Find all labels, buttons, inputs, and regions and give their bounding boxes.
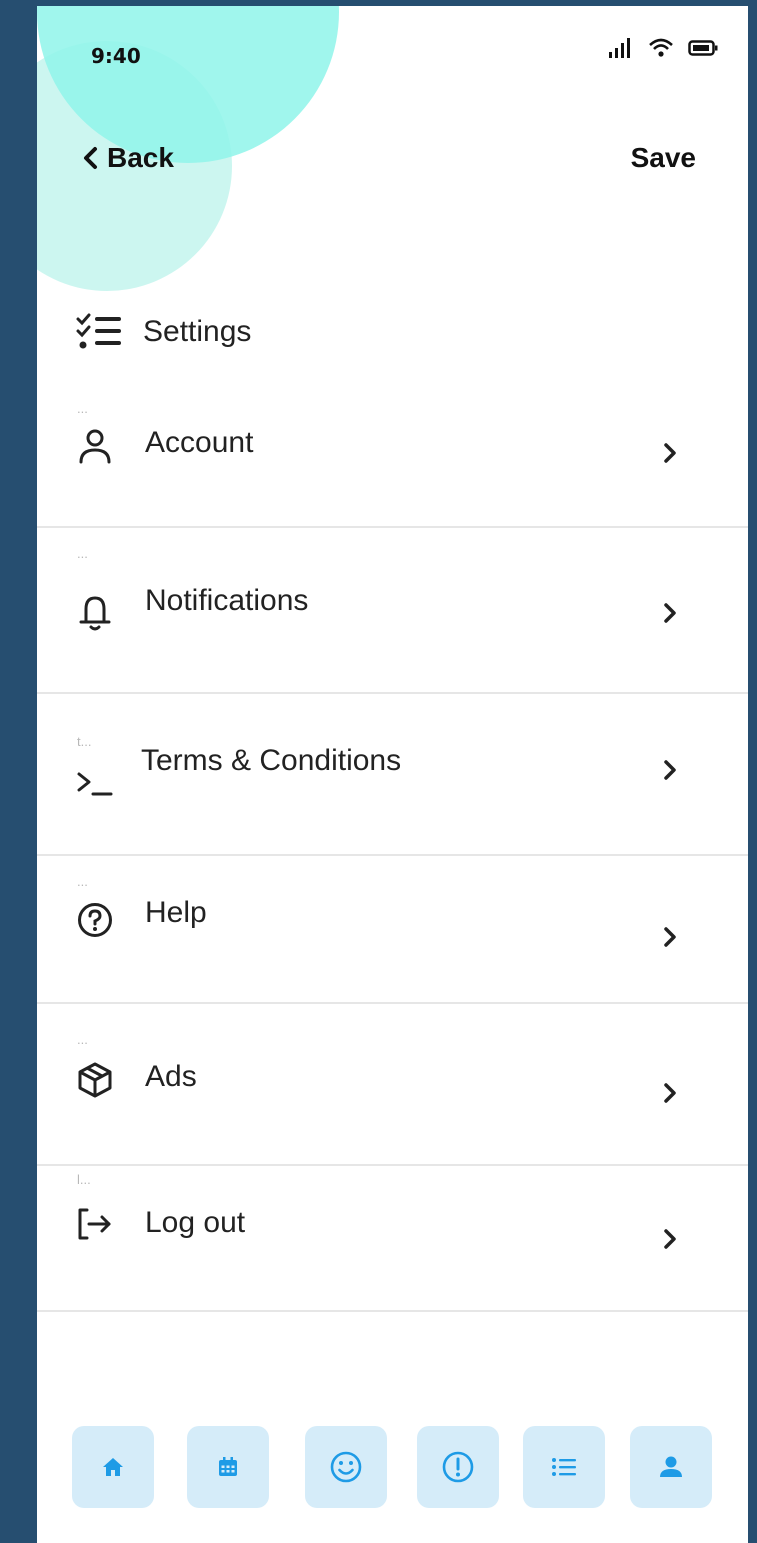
menu-item-label: Ads bbox=[145, 1060, 197, 1093]
menu-item-help[interactable]: ... Help bbox=[37, 856, 748, 1004]
menu-item-account[interactable]: ... Account bbox=[37, 386, 748, 528]
phone-screen: 9:40 Back Save Settings ... Account ... … bbox=[37, 6, 748, 1543]
menu-item-notifications[interactable]: ... Notifications bbox=[37, 528, 748, 694]
chevron-right-icon bbox=[660, 1082, 680, 1104]
checklist-icon bbox=[76, 313, 121, 349]
status-icons bbox=[608, 36, 718, 60]
item-tag: l... bbox=[77, 1172, 91, 1187]
save-button[interactable]: Save bbox=[631, 142, 696, 174]
page-header: Settings bbox=[75, 312, 251, 352]
menu-item-label: Notifications bbox=[145, 584, 309, 617]
tab-profile[interactable] bbox=[630, 1426, 712, 1508]
wifi-icon bbox=[649, 38, 673, 57]
chevron-right-icon bbox=[660, 602, 680, 624]
menu-item-label: Terms & Conditions bbox=[141, 744, 402, 777]
menu-item-ads[interactable]: ... Ads bbox=[37, 1004, 748, 1166]
settings-menu: ... Account ... Notifications t... Terms… bbox=[37, 386, 748, 1312]
signal-icon bbox=[609, 38, 630, 58]
top-nav: Back Save bbox=[37, 134, 748, 194]
question-circle-icon bbox=[75, 900, 115, 940]
smiley-icon bbox=[330, 1451, 362, 1483]
cube-icon bbox=[75, 1060, 115, 1100]
list-icon bbox=[552, 1458, 576, 1476]
status-time: 9:40 bbox=[91, 44, 141, 68]
back-label: Back bbox=[107, 142, 174, 173]
battery-icon bbox=[688, 40, 718, 56]
menu-item-label: Account bbox=[145, 426, 254, 459]
back-button[interactable]: Back bbox=[81, 142, 174, 174]
terminal-icon bbox=[75, 762, 115, 802]
item-tag: t... bbox=[77, 734, 92, 749]
tab-list[interactable] bbox=[523, 1426, 605, 1508]
item-tag: ... bbox=[77, 401, 88, 416]
menu-item-terms[interactable]: t... Terms & Conditions bbox=[37, 694, 748, 856]
alert-icon bbox=[442, 1451, 474, 1483]
item-tag: ... bbox=[77, 1032, 88, 1047]
chevron-left-icon bbox=[84, 147, 97, 169]
home-icon bbox=[103, 1458, 123, 1476]
bell-icon bbox=[75, 592, 115, 632]
logout-icon bbox=[75, 1204, 115, 1244]
tab-home[interactable] bbox=[72, 1426, 154, 1508]
item-tag: ... bbox=[77, 546, 88, 561]
menu-item-label: Help bbox=[145, 896, 207, 929]
tab-mood[interactable] bbox=[305, 1426, 387, 1508]
user-icon bbox=[75, 426, 115, 466]
item-tag: ... bbox=[77, 874, 88, 889]
bottom-nav bbox=[72, 1426, 714, 1508]
status-bar: 9:40 bbox=[37, 6, 748, 106]
chevron-right-icon bbox=[660, 926, 680, 948]
chevron-right-icon bbox=[660, 1228, 680, 1250]
page-title: Settings bbox=[143, 315, 252, 348]
tab-calendar[interactable] bbox=[187, 1426, 269, 1508]
menu-item-logout[interactable]: l... Log out bbox=[37, 1166, 748, 1312]
chevron-right-icon bbox=[660, 759, 680, 781]
calendar-icon bbox=[219, 1457, 237, 1476]
tab-alerts[interactable] bbox=[417, 1426, 499, 1508]
menu-item-label: Log out bbox=[145, 1206, 246, 1239]
chevron-right-icon bbox=[660, 442, 680, 464]
profile-icon bbox=[660, 1456, 682, 1477]
